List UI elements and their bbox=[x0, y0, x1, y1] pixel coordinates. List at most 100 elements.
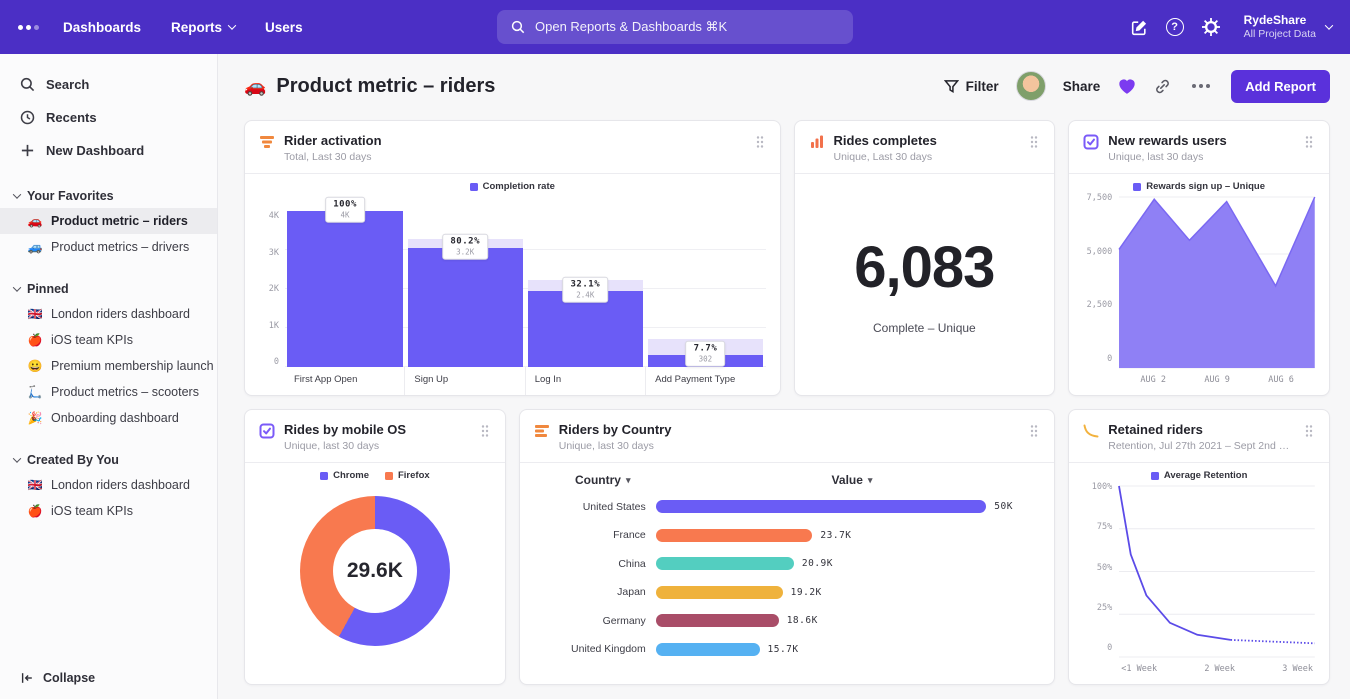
sidebar-item[interactable]: 🇬🇧London riders dashboard bbox=[0, 301, 217, 327]
axis-tick-label: 0 bbox=[1107, 643, 1112, 653]
sidebar: Search Recents New Dashboard Your Favori… bbox=[0, 54, 218, 699]
country-bar[interactable] bbox=[656, 586, 783, 599]
help-icon[interactable]: ? bbox=[1166, 18, 1184, 36]
retention-chart[interactable] bbox=[1119, 486, 1315, 657]
sidebar-recents[interactable]: Recents bbox=[0, 101, 217, 134]
country-bar[interactable] bbox=[656, 529, 813, 542]
chart-legend: Rewards sign up – Unique bbox=[1083, 181, 1315, 192]
funnel-bar[interactable] bbox=[287, 211, 402, 367]
value-column-header[interactable]: Value ▾ bbox=[668, 473, 1037, 487]
sidebar-item[interactable]: 🇬🇧London riders dashboard bbox=[0, 472, 217, 498]
retention-svg bbox=[1119, 486, 1315, 657]
nav-dashboards[interactable]: Dashboards bbox=[63, 20, 141, 35]
dashboard-emoji: 🇬🇧 bbox=[27, 478, 43, 492]
drag-handle-icon[interactable] bbox=[478, 422, 492, 445]
sidebar-item[interactable]: 🍎iOS team KPIs bbox=[0, 327, 217, 353]
country-column-header[interactable]: Country ▾ bbox=[538, 473, 668, 487]
sidebar-section: Created By You🇬🇧London riders dashboard🍎… bbox=[0, 447, 217, 524]
card-title[interactable]: Retained riders bbox=[1108, 422, 1293, 437]
favorite-heart-icon[interactable] bbox=[1117, 77, 1137, 95]
card-rider-activation: Rider activation Total, Last 30 days Com… bbox=[244, 120, 781, 396]
axis-tick-label: 75% bbox=[1097, 522, 1112, 532]
sidebar-item[interactable]: 🚙Product metrics – drivers bbox=[0, 234, 217, 260]
sidebar-item-label: Onboarding dashboard bbox=[51, 411, 179, 425]
share-button[interactable]: Share bbox=[1063, 79, 1101, 94]
nav-users[interactable]: Users bbox=[265, 20, 303, 35]
country-label: China bbox=[538, 558, 656, 570]
country-value: 50K bbox=[994, 501, 1013, 512]
drag-handle-icon[interactable] bbox=[1302, 133, 1316, 156]
top-navbar: Dashboards Reports Users Open Reports & … bbox=[0, 0, 1350, 54]
country-label: United Kingdom bbox=[538, 643, 656, 655]
legend-label: Chrome bbox=[333, 470, 369, 481]
country-row: France23.7K bbox=[538, 529, 1037, 542]
sidebar-section: Pinned🇬🇧London riders dashboard🍎iOS team… bbox=[0, 276, 217, 431]
settings-gear-icon[interactable] bbox=[1202, 18, 1220, 36]
area-chart[interactable] bbox=[1119, 197, 1315, 368]
app-menu-icon[interactable] bbox=[18, 25, 39, 30]
donut-center-value: 29.6K bbox=[300, 496, 450, 646]
country-bar[interactable] bbox=[656, 614, 779, 627]
country-bar[interactable] bbox=[656, 643, 760, 656]
sidebar-item[interactable]: 🍎iOS team KPIs bbox=[0, 498, 217, 524]
card-title[interactable]: Rides by mobile OS bbox=[284, 422, 469, 437]
country-bar[interactable] bbox=[656, 557, 794, 570]
axis-tick-label: 3K bbox=[269, 248, 279, 258]
card-subtitle: Unique, last 30 days bbox=[1108, 151, 1293, 163]
global-search-input[interactable]: Open Reports & Dashboards ⌘K bbox=[497, 10, 853, 44]
funnel-count-label: 4K bbox=[333, 211, 357, 220]
sidebar-item[interactable]: 😀Premium membership launch bbox=[0, 353, 217, 379]
funnel-column[interactable]: 80.2%3.2K bbox=[405, 211, 525, 367]
nav-dashboards-label: Dashboards bbox=[63, 20, 141, 35]
project-switcher[interactable]: RydeShare All Project Data bbox=[1244, 13, 1332, 41]
copy-link-icon[interactable] bbox=[1154, 78, 1171, 95]
axis-tick-label: 3 Week bbox=[1282, 664, 1313, 674]
country-bar-track: 19.2K bbox=[656, 586, 1037, 599]
more-options-icon[interactable] bbox=[1188, 80, 1214, 92]
country-label: Japan bbox=[538, 586, 656, 598]
funnel-column[interactable]: 100%4K bbox=[285, 211, 405, 367]
legend-swatch bbox=[1133, 183, 1141, 191]
sidebar-item[interactable]: 🚗Product metric – riders bbox=[0, 208, 217, 234]
card-title[interactable]: New rewards users bbox=[1108, 133, 1293, 148]
nav-users-label: Users bbox=[265, 20, 303, 35]
card-grid: Rider activation Total, Last 30 days Com… bbox=[244, 120, 1330, 685]
card-title[interactable]: Rides completes bbox=[834, 133, 1019, 148]
sidebar-section-header[interactable]: Pinned bbox=[0, 276, 217, 301]
sort-caret-icon: ▾ bbox=[868, 475, 873, 486]
dashboard-emoji: 🍎 bbox=[27, 504, 43, 518]
card-title[interactable]: Riders by Country bbox=[559, 422, 1019, 437]
sidebar-item[interactable]: 🎉Onboarding dashboard bbox=[0, 405, 217, 431]
drag-handle-icon[interactable] bbox=[753, 133, 767, 156]
funnel-step-label: First App Open bbox=[285, 367, 404, 395]
feedback-icon[interactable] bbox=[1131, 19, 1148, 36]
donut-chart[interactable]: 29.6K bbox=[300, 496, 450, 646]
card-riders-by-country: Riders by Country Unique, last 30 days C… bbox=[519, 409, 1056, 685]
drag-handle-icon[interactable] bbox=[1302, 422, 1316, 445]
sidebar-section-header[interactable]: Your Favorites bbox=[0, 183, 217, 208]
funnel-bar[interactable] bbox=[408, 248, 523, 367]
sidebar-collapse-button[interactable]: Collapse bbox=[20, 671, 95, 685]
legend-item: Chrome bbox=[320, 470, 369, 481]
drag-handle-icon[interactable] bbox=[1027, 422, 1041, 445]
sidebar-section-header[interactable]: Created By You bbox=[0, 447, 217, 472]
funnel-column[interactable]: 32.1%2.4K bbox=[525, 211, 645, 367]
country-row: Germany18.6K bbox=[538, 614, 1037, 627]
sidebar-item-label: iOS team KPIs bbox=[51, 333, 133, 347]
axis-tick-label: 25% bbox=[1097, 603, 1112, 613]
funnel-column[interactable]: 7.7%302 bbox=[645, 211, 765, 367]
sidebar-item[interactable]: 🛴Product metrics – scooters bbox=[0, 379, 217, 405]
sidebar-new-dashboard[interactable]: New Dashboard bbox=[0, 134, 217, 167]
country-value: 18.6K bbox=[787, 615, 818, 626]
card-title[interactable]: Rider activation bbox=[284, 133, 744, 148]
sidebar-item-label: London riders dashboard bbox=[51, 307, 190, 321]
bar-rows-icon bbox=[534, 423, 550, 444]
filter-button[interactable]: Filter bbox=[944, 79, 999, 94]
sidebar-search[interactable]: Search bbox=[0, 68, 217, 101]
add-report-button[interactable]: Add Report bbox=[1231, 70, 1330, 103]
drag-handle-icon[interactable] bbox=[1027, 133, 1041, 156]
user-avatar[interactable] bbox=[1016, 71, 1046, 101]
country-bar[interactable] bbox=[656, 500, 987, 513]
filter-label: Filter bbox=[966, 79, 999, 94]
nav-reports[interactable]: Reports bbox=[171, 20, 235, 35]
